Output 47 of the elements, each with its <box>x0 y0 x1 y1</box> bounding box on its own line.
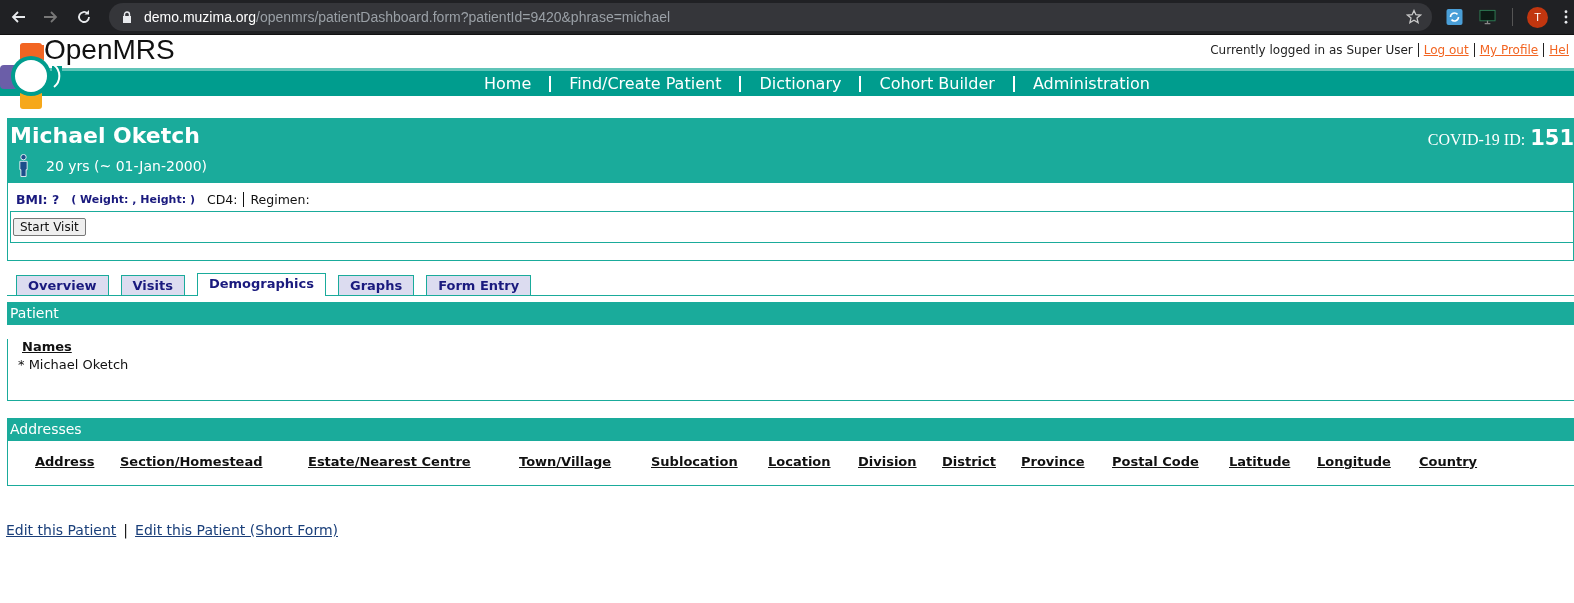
column-header: Sublocation <box>651 454 739 469</box>
id-label: COVID-19 ID: <box>1427 131 1526 148</box>
back-arrow-icon[interactable] <box>10 9 26 25</box>
tab[interactable]: Form Entry <box>426 275 532 295</box>
avatar[interactable]: T <box>1527 6 1548 28</box>
separator-text: | <box>123 522 129 538</box>
column-header: Province <box>1021 454 1086 469</box>
column-header: Postal Code <box>1112 454 1200 469</box>
edit-link[interactable]: Edit this Patient (Short Form) <box>135 522 338 538</box>
section-header: Patient <box>7 302 1574 325</box>
tab[interactable]: Visits <box>120 275 185 295</box>
column-header: Location <box>768 454 832 469</box>
male-person-icon <box>18 154 29 177</box>
tab[interactable]: Overview <box>16 275 109 295</box>
url-text[interactable]: demo.muzima.org/openmrs/patientDashboard.form?patientId=9420&phrase=michael <box>144 9 1406 25</box>
id-value: 151 <box>1530 126 1574 150</box>
names-heading: Names <box>22 339 73 354</box>
monitor-icon[interactable] <box>1479 9 1496 25</box>
user-status-text: Currently logged in as Super User <box>1210 43 1413 57</box>
column-header: Town/Village <box>519 454 613 469</box>
address-bar[interactable]: demo.muzima.org/openmrs/patientDashboard.form?patientId=9420&phrase=michael <box>109 3 1432 31</box>
column-header: Division <box>858 454 918 469</box>
column-header: Latitude <box>1229 454 1292 469</box>
lock-icon <box>122 11 132 23</box>
column-header: Estate/Nearest Centre <box>308 454 472 469</box>
column-header: Address <box>35 454 96 469</box>
column-header: Country <box>1419 454 1479 469</box>
bmi-label: BMI: ? <box>16 191 60 207</box>
column-header: District <box>942 454 997 469</box>
edit-link[interactable]: Edit this Patient <box>6 522 117 538</box>
logo-text: OpenMRS <box>44 35 176 65</box>
menu-icon[interactable] <box>1564 10 1568 24</box>
section-header: Addresses <box>7 418 1574 441</box>
name-entry: * Michael Oketch <box>18 357 130 372</box>
regimen-label: Regimen: <box>250 191 310 207</box>
sync-extension-icon[interactable] <box>1446 9 1463 25</box>
tab[interactable]: Demographics <box>196 273 326 296</box>
patient-name: Michael Oketch <box>10 123 201 149</box>
tab[interactable]: Graphs <box>338 275 415 295</box>
column-header: Section/Homestead <box>120 454 264 469</box>
start-visit-button[interactable]: Start Visit <box>13 218 86 236</box>
column-header: Longitude <box>1317 454 1392 469</box>
weight-height-label: ( Weight: , Height: ) <box>71 192 195 206</box>
reload-icon[interactable] <box>76 9 92 25</box>
patient-age: 20 yrs (~ 01-Jan-2000) <box>46 157 208 174</box>
cd4-label: CD4: <box>206 191 245 207</box>
star-icon[interactable] <box>1406 9 1422 25</box>
